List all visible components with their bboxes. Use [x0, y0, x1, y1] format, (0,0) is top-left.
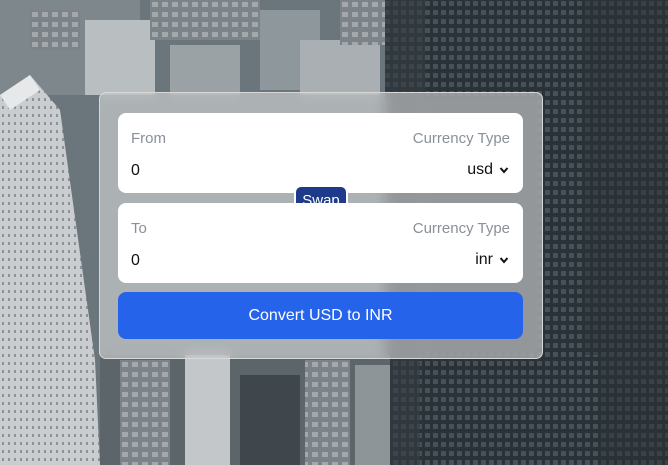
- from-panel: From Currency Type usd: [118, 113, 523, 193]
- to-currency-value: inr: [475, 251, 493, 268]
- from-currency-select[interactable]: usd: [467, 161, 509, 179]
- to-amount-input[interactable]: [131, 252, 331, 270]
- from-amount-input[interactable]: [131, 162, 331, 180]
- to-label: To: [131, 220, 147, 237]
- from-currency-value: usd: [467, 161, 493, 178]
- convert-button[interactable]: Convert USD to INR: [118, 292, 523, 339]
- to-currency-select[interactable]: inr: [475, 251, 509, 269]
- from-currency-type-label: Currency Type: [412, 130, 510, 147]
- to-currency-type-label: Currency Type: [412, 220, 510, 237]
- from-label: From: [131, 130, 166, 147]
- converter-card: From Currency Type usd Swap To Currency …: [99, 92, 543, 359]
- chevron-down-icon: [499, 257, 509, 264]
- chevron-down-icon: [499, 167, 509, 174]
- to-panel: To Currency Type inr: [118, 203, 523, 283]
